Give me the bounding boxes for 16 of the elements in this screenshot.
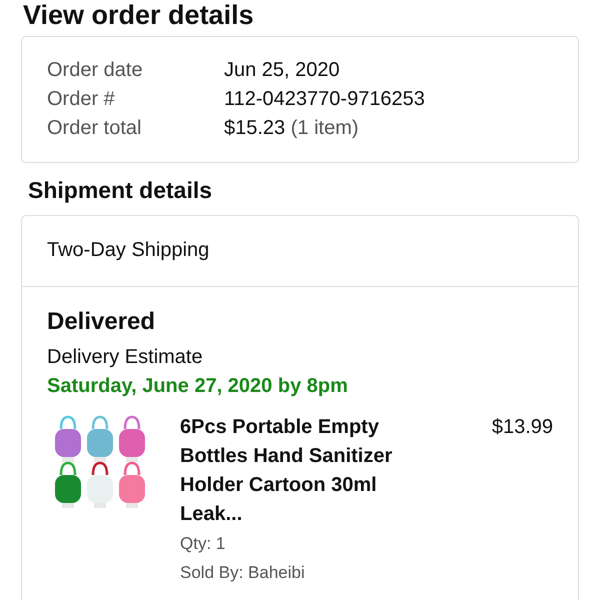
summary-value: Jun 25, 2020 bbox=[224, 58, 340, 83]
summary-label: Order date bbox=[47, 58, 144, 83]
estimate-date: Saturday, June 27, 2020 by 8pm bbox=[47, 374, 349, 399]
summary-value: 112-0423770-9716253 bbox=[224, 87, 425, 112]
shipping-method: Two-Day Shipping bbox=[22, 216, 578, 287]
seller: Sold By: Baheibi bbox=[180, 562, 306, 584]
summary-value: $15.23 (1 item) bbox=[224, 116, 359, 141]
section-heading: Shipment details bbox=[28, 176, 214, 205]
quantity: Qty: 1 bbox=[180, 533, 226, 555]
item-price: $13.99 bbox=[492, 415, 553, 440]
summary-label: Order # bbox=[47, 87, 116, 112]
summary-label: Order total bbox=[47, 116, 142, 141]
estimate-label: Delivery Estimate bbox=[47, 345, 204, 370]
page-title: View order details bbox=[23, 0, 255, 30]
product-title[interactable]: 6Pcs Portable Empty Bottles Hand Sanitizer Holder Cartoon 30ml Leak... bbox=[180, 413, 425, 529]
delivery-status: Delivered bbox=[47, 307, 156, 337]
